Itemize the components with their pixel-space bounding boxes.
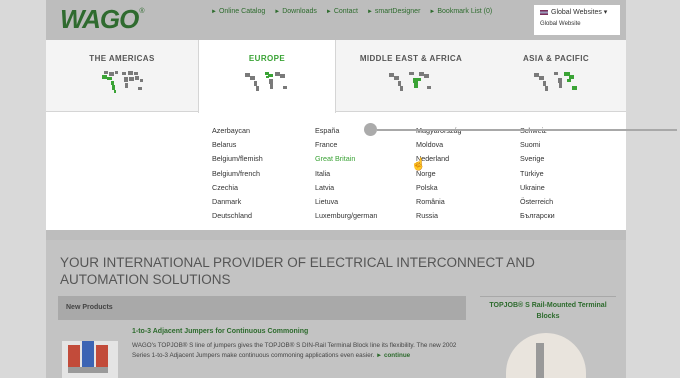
country-link[interactable]: Italia	[315, 167, 377, 181]
new-products-header: New Products	[58, 296, 466, 320]
registered-mark: ®	[139, 8, 145, 15]
tab-label: THE AMERICAS	[89, 54, 155, 63]
main-content: YOUR INTERNATIONAL PROVIDER OF ELECTRICA…	[46, 240, 626, 378]
arrow-right-icon: ►	[211, 8, 217, 15]
country-link[interactable]: Danmark	[212, 195, 263, 209]
global-website-link[interactable]: Global Website	[540, 21, 614, 27]
nav-online-catalog[interactable]: ► Online Catalog	[211, 8, 265, 15]
continue-link[interactable]: ► continue	[376, 352, 410, 359]
world-map-icon	[102, 71, 143, 93]
country-link[interactable]: Belgium/french	[212, 167, 263, 181]
product-title-link[interactable]: 1-to-3 Adjacent Jumpers for Continuous C…	[132, 328, 308, 335]
callout-dot	[364, 123, 377, 136]
jumper-product-image[interactable]	[62, 331, 118, 378]
arrow-right-icon: ►	[366, 8, 373, 15]
country-column-3: Magyarország Moldova Nederland Norge Pol…	[416, 124, 462, 223]
tab-label: ASIA & PACIFIC	[522, 54, 590, 63]
flag-icon	[540, 9, 548, 15]
arrow-right-icon: ►	[325, 8, 332, 15]
country-link[interactable]: Sverige	[520, 152, 555, 166]
panel-bottom-strip	[46, 230, 626, 240]
tab-asia-pacific[interactable]: ASIA & PACIFIC	[486, 40, 626, 112]
nav-downloads[interactable]: ► Downloads	[274, 8, 317, 15]
nav-label: Contact	[333, 8, 358, 15]
page-headline: YOUR INTERNATIONAL PROVIDER OF ELECTRICA…	[60, 255, 535, 287]
country-link[interactable]: Luxemburg/german	[315, 209, 377, 223]
country-link[interactable]: Belgium/flemish	[212, 152, 263, 166]
global-websites-label: Global Websites ▾	[551, 9, 608, 16]
country-link[interactable]: Belarus	[212, 138, 263, 152]
country-link[interactable]: Österreich	[520, 195, 555, 209]
hand-cursor-icon: ☝	[411, 157, 426, 171]
browser-page: WAGO ® ► Online Catalog ► Downloads ► Co…	[46, 0, 626, 378]
nav-label: Downloads	[282, 8, 317, 15]
country-link[interactable]: Lietuva	[315, 195, 377, 209]
tab-middle-east-africa[interactable]: MIDDLE EAST & AFRICA	[336, 40, 486, 112]
country-link[interactable]: Latvia	[315, 181, 377, 195]
country-column-2: España France Great Britain Italia Latvi…	[315, 124, 377, 223]
arrow-right-icon: ►	[274, 8, 281, 15]
tab-the-americas[interactable]: THE AMERICAS	[46, 40, 198, 112]
arrow-right-icon: ►	[429, 8, 436, 15]
country-link[interactable]: Russia	[416, 209, 462, 223]
world-map-icon	[534, 72, 577, 91]
country-list: Azerbaycan Belarus Belgium/flemish Belgi…	[46, 120, 626, 230]
country-link[interactable]: Deutschland	[212, 209, 263, 223]
country-link[interactable]: France	[315, 138, 377, 152]
nav-label: Online Catalog	[218, 8, 266, 15]
country-link[interactable]: Türkiye	[520, 167, 555, 181]
top-navigation: ► Online Catalog ► Downloads ► Contact ►…	[211, 8, 492, 15]
country-link[interactable]: România	[416, 195, 462, 209]
nav-smartdesigner[interactable]: ► smartDesigner	[367, 8, 420, 15]
global-websites-dropdown[interactable]: Global Websites ▾ Global Website	[534, 5, 620, 35]
tab-label: MIDDLE EAST & AFRICA	[359, 54, 463, 63]
country-link[interactable]: Czechia	[212, 181, 263, 195]
callout-line	[377, 129, 677, 131]
tab-europe[interactable]: EUROPE	[198, 40, 336, 113]
image-detail	[536, 343, 544, 378]
country-link[interactable]: Schweiz	[520, 124, 555, 138]
country-link[interactable]: Български	[520, 209, 555, 223]
country-link[interactable]: Ukraine	[520, 181, 555, 195]
nav-label: Bookmark List (0)	[437, 8, 493, 15]
country-link[interactable]: Moldova	[416, 138, 462, 152]
country-link[interactable]: Suomi	[520, 138, 555, 152]
world-map-icon	[245, 72, 287, 91]
site-header: WAGO ® ► Online Catalog ► Downloads ► Co…	[46, 0, 626, 40]
product-description: WAGO's TOPJOB® S line of jumpers gives t…	[132, 341, 468, 360]
country-link[interactable]: Polska	[416, 181, 462, 195]
nav-contact[interactable]: ► Contact	[326, 8, 358, 15]
topjob-title-link[interactable]: TOPJOB® S Rail-Mounted Terminal Blocks	[480, 300, 616, 322]
wago-logo[interactable]: WAGO ®	[60, 6, 146, 32]
nav-bookmark-list[interactable]: ► Bookmark List (0)	[429, 8, 492, 15]
country-column-4: Schweiz Suomi Sverige Türkiye Ukraine Ös…	[520, 124, 555, 223]
tab-label: EUROPE	[248, 54, 286, 63]
country-link-great-britain[interactable]: Great Britain	[315, 152, 377, 166]
country-column-1: Azerbaycan Belarus Belgium/flemish Belgi…	[212, 124, 263, 223]
terminal-block-image[interactable]	[506, 333, 586, 378]
nav-label: smartDesigner	[374, 8, 421, 15]
region-selector-panel: THE AMERICAS EUROPE MIDDLE EAST & AFRICA…	[46, 40, 626, 230]
region-tabs: THE AMERICAS EUROPE MIDDLE EAST & AFRICA…	[46, 40, 626, 113]
country-link[interactable]: Magyarország	[416, 124, 462, 138]
country-link[interactable]: Azerbaycan	[212, 124, 263, 138]
world-map-icon	[389, 72, 431, 91]
featured-sidebar: TOPJOB® S Rail-Mounted Terminal Blocks	[480, 296, 616, 378]
logo-text: WAGO	[60, 4, 139, 34]
